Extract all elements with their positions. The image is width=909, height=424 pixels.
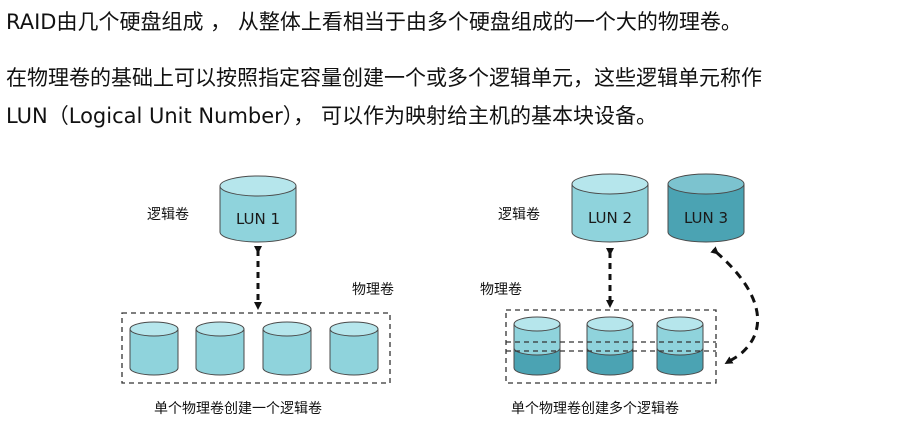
raid-lun-diagram: LUN 1 LUN 2 LUN 3 — [121, 173, 760, 384]
left-caption: 单个物理卷创建一个逻辑卷 — [154, 401, 322, 417]
right-caption: 单个物理卷创建多个逻辑卷 — [511, 401, 679, 417]
left-physical-volume-label: 物理卷 — [352, 282, 394, 298]
left-disk-2 — [195, 321, 245, 376]
left-logical-volume-label: 逻辑卷 — [147, 207, 189, 223]
lun1-cylinder: LUN 1 — [219, 175, 297, 243]
left-disk-4 — [329, 321, 379, 376]
right-disk-3 — [656, 316, 704, 376]
left-disk-3 — [262, 321, 312, 376]
lun2-label: LUN 2 — [588, 209, 632, 227]
right-mapping-arrow-lun3 — [710, 246, 760, 365]
right-logical-volume-label: 逻辑卷 — [498, 207, 540, 223]
right-disk-1 — [513, 316, 561, 376]
lun3-cylinder: LUN 3 — [667, 173, 745, 243]
right-disk-2 — [586, 316, 634, 376]
left-disk-1 — [129, 321, 179, 376]
lun1-label: LUN 1 — [236, 210, 280, 228]
right-physical-volume-label: 物理卷 — [480, 282, 522, 298]
lun3-label: LUN 3 — [684, 209, 728, 227]
lun2-cylinder: LUN 2 — [571, 173, 649, 243]
